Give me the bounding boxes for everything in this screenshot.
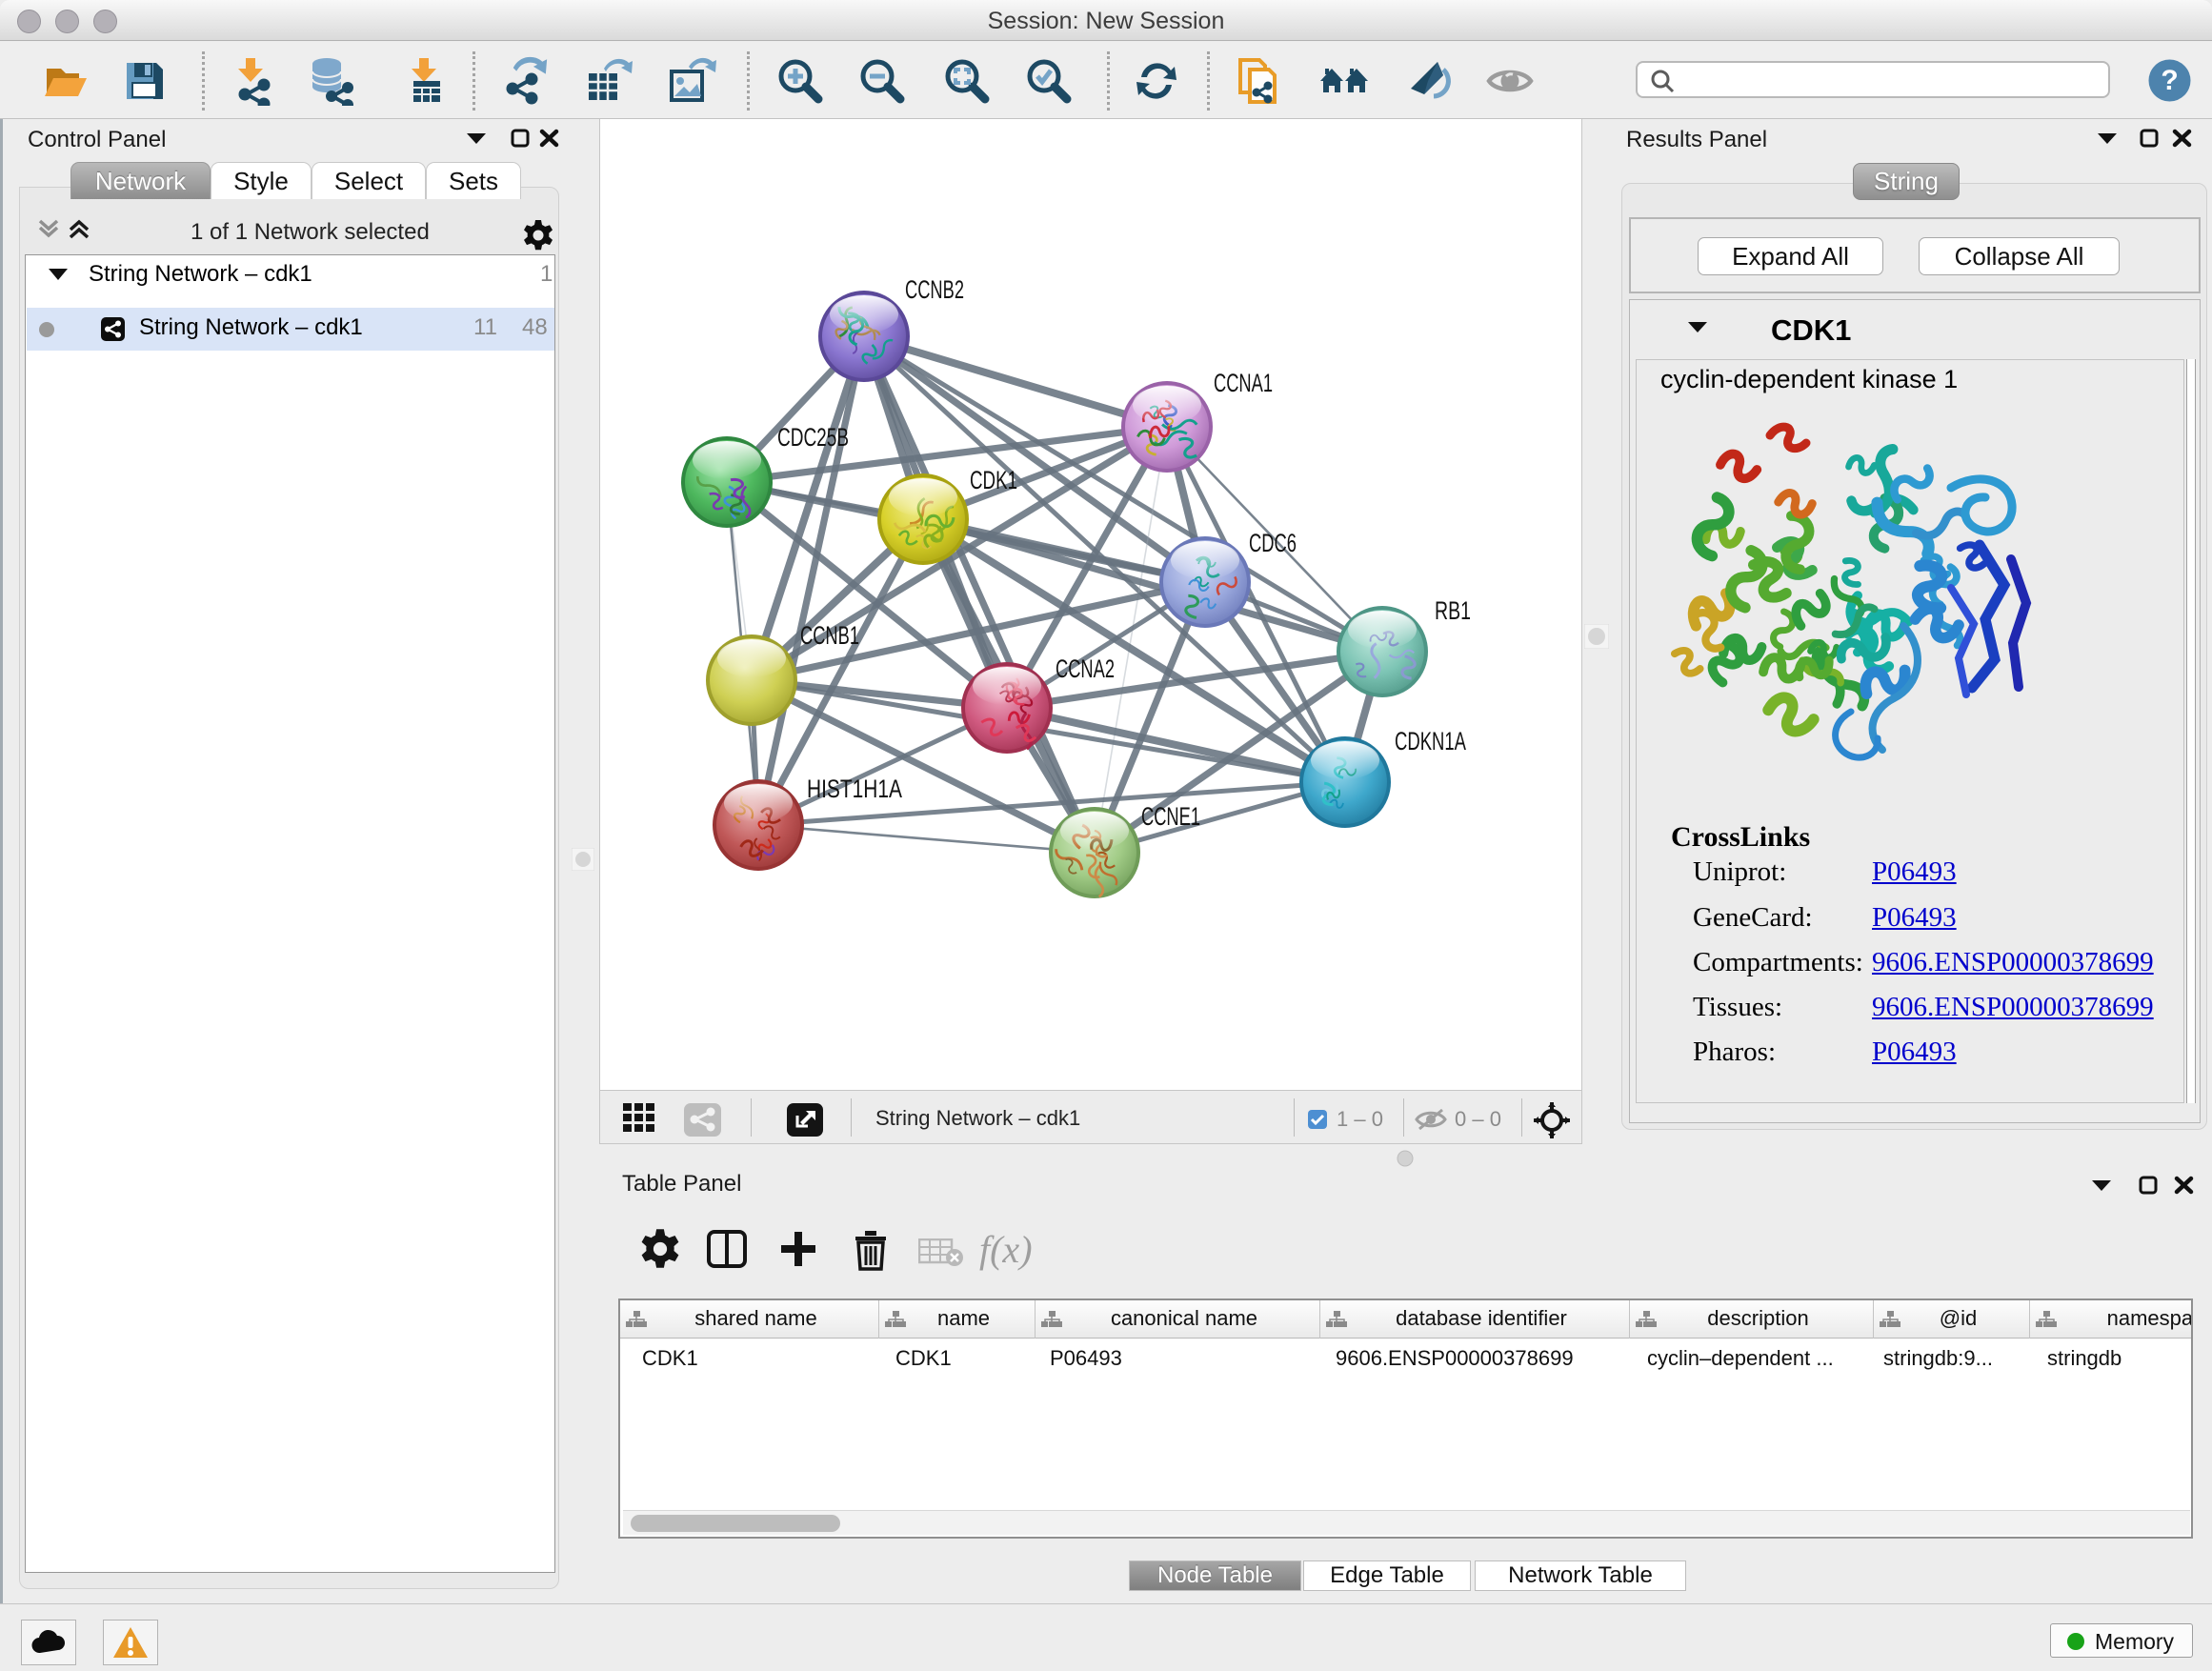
- svg-text:CCNE1: CCNE1: [1141, 802, 1200, 831]
- svg-text:CDC25B: CDC25B: [777, 423, 849, 452]
- svg-text:HIST1H1A: HIST1H1A: [807, 775, 902, 803]
- svg-text:RB1: RB1: [1435, 596, 1471, 625]
- svg-text:CDKN1A: CDKN1A: [1395, 727, 1466, 755]
- svg-text:CCNB1: CCNB1: [800, 621, 859, 650]
- svg-text:CDK1: CDK1: [970, 466, 1017, 494]
- svg-text:?: ?: [2161, 65, 2178, 96]
- svg-text:CCNA2: CCNA2: [1056, 654, 1115, 683]
- svg-text:CDC6: CDC6: [1249, 529, 1297, 557]
- svg-text:CCNB2: CCNB2: [905, 275, 964, 304]
- svg-text:CCNA1: CCNA1: [1214, 369, 1273, 397]
